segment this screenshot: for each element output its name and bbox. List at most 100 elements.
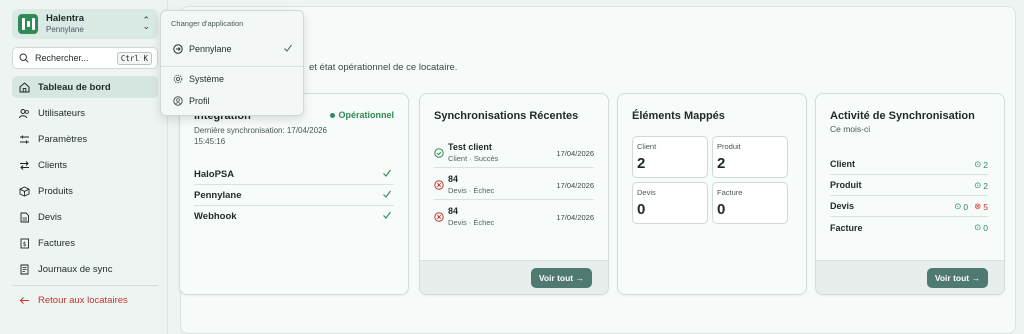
invoice-icon: $ [18,237,30,249]
mapped-tile-product: Produit 2 [712,136,788,178]
tile-value: 0 [637,201,646,218]
search-input[interactable]: Rechercher... Ctrl K [12,47,158,69]
success-count: 0 [983,222,988,233]
tile-label: Facture [717,188,743,197]
nav-item-sync-logs[interactable]: Journaux de sync [12,258,158,280]
gear-icon [173,74,183,84]
tile-label: Produit [717,142,741,151]
activity-label: Produit [830,180,862,190]
view-all-button[interactable]: Voir tout → [530,268,592,288]
sync-name: Test client [448,142,492,152]
nav-label: Utilisateurs [38,107,85,119]
sync-row[interactable]: 84 Devis · Échec 17/04/2026 [434,204,594,232]
sync-sub: Devis · Échec [448,186,495,195]
mapped-tile-client: Client 2 [632,136,708,178]
status-text: Opérationnel [338,110,394,120]
sync-name: 84 [448,174,459,184]
error-circle-icon [434,212,444,222]
tenant-name: Halentra [46,13,85,24]
mapped-elements-card: Éléments Mappés Client 2 Produit 2 Devis… [617,93,807,295]
card-title: Activité de Synchronisation [830,110,975,122]
check-icon [383,211,391,219]
nav-item-quotes[interactable]: Devis [12,206,158,228]
sidebar-divider [12,285,158,286]
menu-item-system[interactable]: Système [167,69,299,89]
sliders-icon [18,133,30,145]
success-count-icon: ⊙ [974,159,982,169]
nav-label: Clients [38,159,68,171]
svg-text:$: $ [22,241,26,248]
activity-label: Client [830,159,856,169]
nav-item-settings[interactable]: Paramètres [12,128,158,150]
menu-label: Système [189,74,225,84]
status-badge: Opérationnel [330,110,394,120]
pennylane-icon [173,44,183,54]
activity-label: Facture [830,222,863,233]
view-all-button[interactable]: Voir tout → [926,268,988,288]
integration-card: Intégration Opérationnel Dernière synchr… [179,93,409,295]
sync-sub: Devis · Échec [448,218,495,227]
search-placeholder: Rechercher... [35,53,89,63]
search-icon [19,53,29,63]
activity-row: Facture ⊙ 0 [830,217,988,238]
success-count-icon: ⊙ [954,201,962,211]
nav-item-users[interactable]: Utilisateurs [12,102,158,124]
last-sync-text: Dernière synchronisation: 17/04/2026 15:… [194,126,327,146]
menu-divider [161,66,303,67]
success-count-icon: ⊙ [974,222,982,232]
activity-row: Devis ⊙ 0 ⊗ 5 [830,196,988,217]
nav-label: Tableau de bord [38,81,111,93]
card-title: Synchronisations Récentes [434,110,579,122]
box-icon [18,185,30,197]
card-footer: Voir tout → [816,260,1004,294]
mapped-tile-quote: Devis 0 [632,182,708,224]
card-subtitle: Ce mois-ci [830,124,871,134]
users-icon [18,107,30,119]
document-icon [18,211,30,223]
log-icon [18,263,30,275]
tenant-switcher[interactable]: Halentra Pennylane ⌃ ⌄ [12,9,158,39]
menu-item-profile[interactable]: Profil [167,91,299,111]
sync-row[interactable]: 84 Devis · Échec 17/04/2026 [434,172,594,200]
sync-name: 84 [448,206,459,216]
sync-date: 17/04/2026 [556,181,594,190]
integration-row: Webhook [194,206,394,227]
sync-row[interactable]: Test client Client · Succès 17/04/2026 [434,140,594,168]
tile-value: 2 [637,155,646,172]
nav-item-invoices[interactable]: $ Factures [12,232,158,254]
search-shortcut: Ctrl K [116,52,152,65]
nav-label: Journaux de sync [38,263,113,275]
app-switcher-menu: Changer d'application Pennylane Système … [160,10,304,116]
back-to-tenants-link[interactable]: Retour aux locataires [12,289,158,311]
tile-label: Client [637,142,657,151]
sync-activity-card: Activité de Synchronisation Ce mois-ci C… [815,93,1005,295]
nav-label: Produits [38,185,73,197]
nav-label: Paramètres [38,133,88,145]
sync-date: 17/04/2026 [556,149,594,158]
nav-label: Factures [38,237,75,249]
error-count-icon: ⊗ [974,201,982,211]
tile-value: 2 [717,155,726,172]
integration-name: Pennylane [194,189,242,201]
menu-item-pennylane[interactable]: Pennylane [167,39,299,59]
success-count: 0 [963,201,969,212]
menu-label: Profil [189,96,210,106]
page-subtitle: et état opérationnel de ce locataire. [309,62,458,73]
nav-item-clients[interactable]: Clients [12,154,158,176]
activity-row: Produit ⊙ 2 [830,175,988,196]
swap-icon [18,159,30,171]
check-icon [383,169,391,177]
success-circle-icon [434,148,444,158]
integration-name: Webhook [194,211,237,222]
menu-label: Pennylane [189,44,232,54]
tenant-app: Pennylane [46,25,84,34]
activity-label: Devis [830,201,855,211]
integration-row: HaloPSA [194,164,394,185]
nav-item-products[interactable]: Produits [12,180,158,202]
house-icon [18,81,30,93]
success-count: 2 [983,180,988,191]
integration-row: Pennylane [194,185,394,206]
nav-item-dashboard[interactable]: Tableau de bord [12,76,158,98]
sync-date: 17/04/2026 [556,213,594,222]
main-panel: et état opérationnel de ce locataire. In… [179,6,1016,334]
